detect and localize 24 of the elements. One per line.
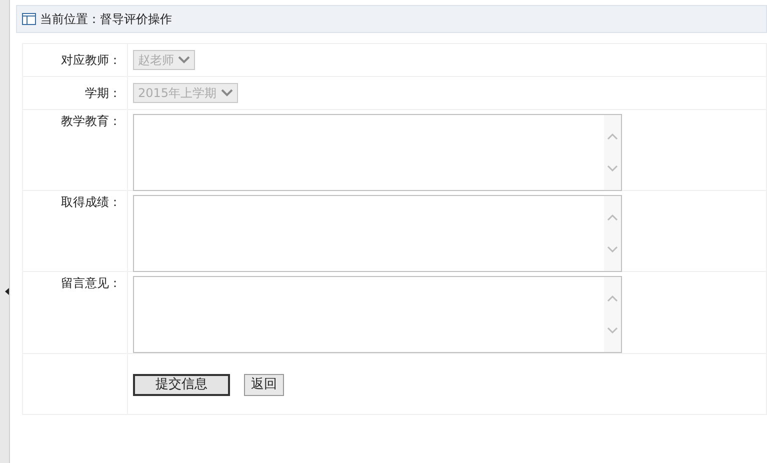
scroll-up-icon[interactable] [607, 214, 618, 222]
scrollbar[interactable] [604, 115, 621, 190]
textarea-field[interactable] [133, 195, 622, 272]
back-button[interactable]: 返回 [244, 374, 284, 396]
scroll-down-icon[interactable] [607, 246, 618, 253]
textarea-field[interactable] [133, 276, 622, 353]
field-label: 对应教师： [61, 52, 121, 69]
scroll-up-icon[interactable] [607, 295, 618, 302]
caret-icon [220, 89, 233, 97]
scrollbar[interactable] [604, 196, 621, 271]
panel-icon [22, 13, 36, 25]
caret-icon [178, 56, 190, 64]
scroll-down-icon[interactable] [607, 326, 618, 334]
field-label: 留言意见： [61, 275, 121, 292]
breadcrumb: 当前位置：督导评价操作 [40, 11, 172, 28]
scroll-down-icon[interactable] [607, 164, 618, 172]
scrollbar[interactable] [604, 277, 621, 352]
scroll-up-icon[interactable] [607, 133, 618, 140]
collapse-arrow-icon[interactable] [5, 288, 9, 295]
field-label: 取得成绩： [61, 194, 121, 211]
field-label: 教学教育： [61, 113, 121, 130]
textarea-field[interactable] [133, 114, 622, 191]
submit-button[interactable]: 提交信息 [133, 374, 230, 396]
field-label: 学期： [85, 85, 121, 102]
